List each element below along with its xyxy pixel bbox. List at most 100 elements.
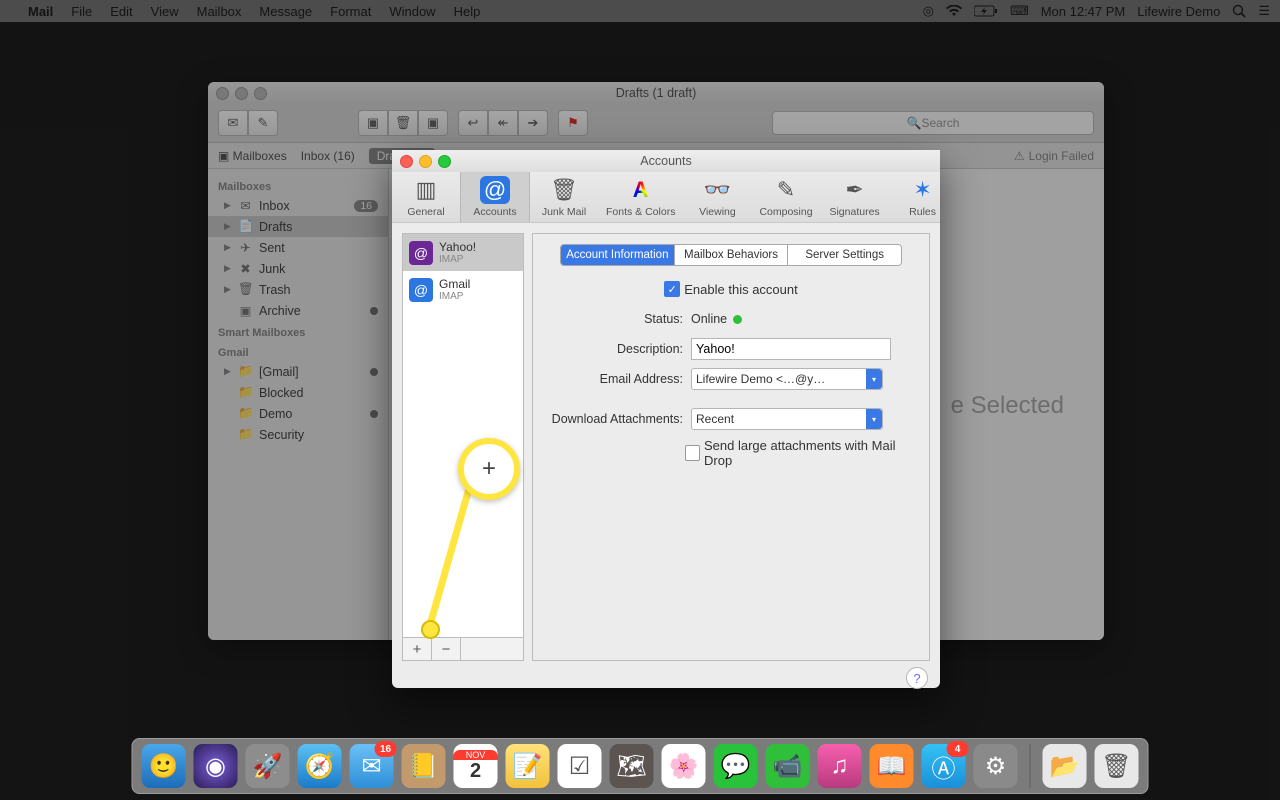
sidebar-item-junk[interactable]: ▶✖Junk	[208, 258, 388, 279]
dock-notes[interactable]: 📝	[506, 744, 550, 788]
notification-center-icon[interactable]: ☰	[1258, 3, 1270, 19]
forward-button[interactable]: ➔	[518, 110, 548, 136]
close-icon[interactable]	[400, 155, 413, 168]
sidebar-item-trash[interactable]: ▶🗑Trash	[208, 279, 388, 300]
maildrop-label: Send large attachments with Mail Drop	[704, 438, 917, 468]
menu-mailbox[interactable]: Mailbox	[197, 4, 242, 19]
segment-account-info[interactable]: Account Information	[561, 245, 675, 265]
wifi-icon[interactable]	[946, 5, 962, 17]
tab-accounts[interactable]: @Accounts	[460, 172, 530, 222]
email-select[interactable]: Lifewire Demo <…@y…▾	[691, 368, 883, 390]
dock-launchpad[interactable]: 🚀	[246, 744, 290, 788]
dock-siri[interactable]: ◉	[194, 744, 238, 788]
download-select[interactable]: Recent▾	[691, 408, 883, 430]
dock-trash[interactable]: 🗑	[1095, 744, 1139, 788]
account-actions-spacer	[461, 638, 523, 660]
prefs-footer: ?	[392, 661, 940, 695]
sidebar-item-sent[interactable]: ▶✈Sent	[208, 237, 388, 258]
flag-button[interactable]: ⚑	[558, 110, 588, 136]
tab-junk-mail[interactable]: 🗑Junk Mail	[530, 172, 598, 222]
fav-inbox[interactable]: Inbox (16)	[301, 149, 355, 163]
minimize-icon[interactable]	[419, 155, 432, 168]
dock-mail[interactable]: ✉16	[350, 744, 394, 788]
sidebar-item-drafts[interactable]: ▶📄Drafts	[208, 216, 388, 237]
menu-file[interactable]: File	[71, 4, 92, 19]
menu-view[interactable]: View	[151, 4, 179, 19]
dock-safari[interactable]: 🧭	[298, 744, 342, 788]
dock-messages[interactable]: 💬	[714, 744, 758, 788]
fav-mailboxes[interactable]: ▣ Mailboxes	[218, 149, 287, 163]
segment-mailbox-behaviors[interactable]: Mailbox Behaviors	[675, 245, 789, 265]
sidebar-item-demo[interactable]: 📁Demo	[208, 403, 388, 424]
tab-signatures[interactable]: ✒Signatures	[821, 172, 889, 222]
zoom-icon[interactable]	[438, 155, 451, 168]
dock-reminders[interactable]: ☑	[558, 744, 602, 788]
maildrop-checkbox[interactable]	[685, 445, 700, 461]
menu-edit[interactable]: Edit	[110, 4, 132, 19]
segment-server-settings[interactable]: Server Settings	[788, 245, 901, 265]
battery-icon[interactable]	[974, 5, 998, 17]
close-icon[interactable]	[216, 87, 229, 100]
general-icon: ▥	[411, 176, 441, 204]
compose-button[interactable]: ✎	[248, 110, 278, 136]
dock-finder[interactable]: 🙂	[142, 744, 186, 788]
dock-photos[interactable]: 🌸	[662, 744, 706, 788]
delete-button[interactable]: 🗑	[388, 110, 418, 136]
account-row-yahoo[interactable]: @ Yahoo!IMAP	[403, 234, 523, 271]
keyboard-icon[interactable]: ⌨	[1010, 3, 1029, 19]
account-detail-pane: Account Information Mailbox Behaviors Se…	[532, 233, 930, 661]
dock-maps[interactable]: 🗺	[610, 744, 654, 788]
description-field[interactable]	[691, 338, 891, 360]
search-input[interactable]: 🔍 Search	[772, 111, 1094, 135]
tab-rules[interactable]: ✶Rules	[889, 172, 957, 222]
menu-format[interactable]: Format	[330, 4, 371, 19]
add-account-button[interactable]: +	[403, 638, 432, 660]
menu-window[interactable]: Window	[389, 4, 435, 19]
dock-downloads[interactable]: 📂	[1043, 744, 1087, 788]
junk-icon: 🗑	[549, 176, 579, 204]
minimize-icon[interactable]	[235, 87, 248, 100]
clock[interactable]: Mon 12:47 PM	[1041, 4, 1126, 19]
dock-appstore[interactable]: Ⓐ4	[922, 744, 966, 788]
junk-icon: ✖	[238, 261, 253, 276]
chevron-down-icon: ▾	[866, 369, 882, 389]
annotation-anchor-dot	[421, 620, 440, 639]
cc-icon[interactable]: ◎	[923, 3, 934, 19]
reply-all-button[interactable]: ↞	[488, 110, 518, 136]
menu-help[interactable]: Help	[454, 4, 481, 19]
junk-button[interactable]: ▣	[418, 110, 448, 136]
sidebar-item-archive[interactable]: ▣Archive	[208, 300, 388, 321]
dock-sysprefs[interactable]: ⚙	[974, 744, 1018, 788]
enable-account-checkbox[interactable]: ✓	[664, 281, 680, 297]
description-label: Description:	[545, 342, 683, 356]
remove-account-button[interactable]: −	[432, 638, 461, 660]
dock-music[interactable]: ♫	[818, 744, 862, 788]
email-label: Email Address:	[545, 372, 683, 386]
dock-calendar[interactable]: NOV2	[454, 744, 498, 788]
viewing-icon: 👓	[702, 176, 732, 204]
tab-fonts-colors[interactable]: AFonts & Colors	[598, 172, 683, 222]
archive-button[interactable]: ▣	[358, 110, 388, 136]
tab-general[interactable]: ▥General	[392, 172, 460, 222]
user-menu[interactable]: Lifewire Demo	[1137, 4, 1220, 19]
dock-separator	[1030, 744, 1031, 788]
zoom-icon[interactable]	[254, 87, 267, 100]
login-failed-warning[interactable]: ⚠ Login Failed	[1014, 149, 1094, 163]
menu-message[interactable]: Message	[259, 4, 312, 19]
tab-composing[interactable]: ✎Composing	[751, 172, 820, 222]
reply-button[interactable]: ↩	[458, 110, 488, 136]
dock-books[interactable]: 📖	[870, 744, 914, 788]
account-row-gmail[interactable]: @ GmailIMAP	[403, 271, 523, 308]
get-mail-button[interactable]: ✉	[218, 110, 248, 136]
sidebar-item-security[interactable]: 📁Security	[208, 424, 388, 445]
spotlight-icon[interactable]	[1232, 4, 1246, 18]
folder-icon: 📁	[238, 406, 253, 421]
dock-contacts[interactable]: 📒	[402, 744, 446, 788]
sidebar-item-inbox[interactable]: ▶✉Inbox16	[208, 195, 388, 216]
sidebar-item-blocked[interactable]: 📁Blocked	[208, 382, 388, 403]
app-menu[interactable]: Mail	[28, 4, 53, 19]
dock-facetime[interactable]: 📹	[766, 744, 810, 788]
help-button[interactable]: ?	[906, 667, 928, 689]
sidebar-item-gmail-root[interactable]: ▶📁[Gmail]	[208, 361, 388, 382]
tab-viewing[interactable]: 👓Viewing	[683, 172, 751, 222]
